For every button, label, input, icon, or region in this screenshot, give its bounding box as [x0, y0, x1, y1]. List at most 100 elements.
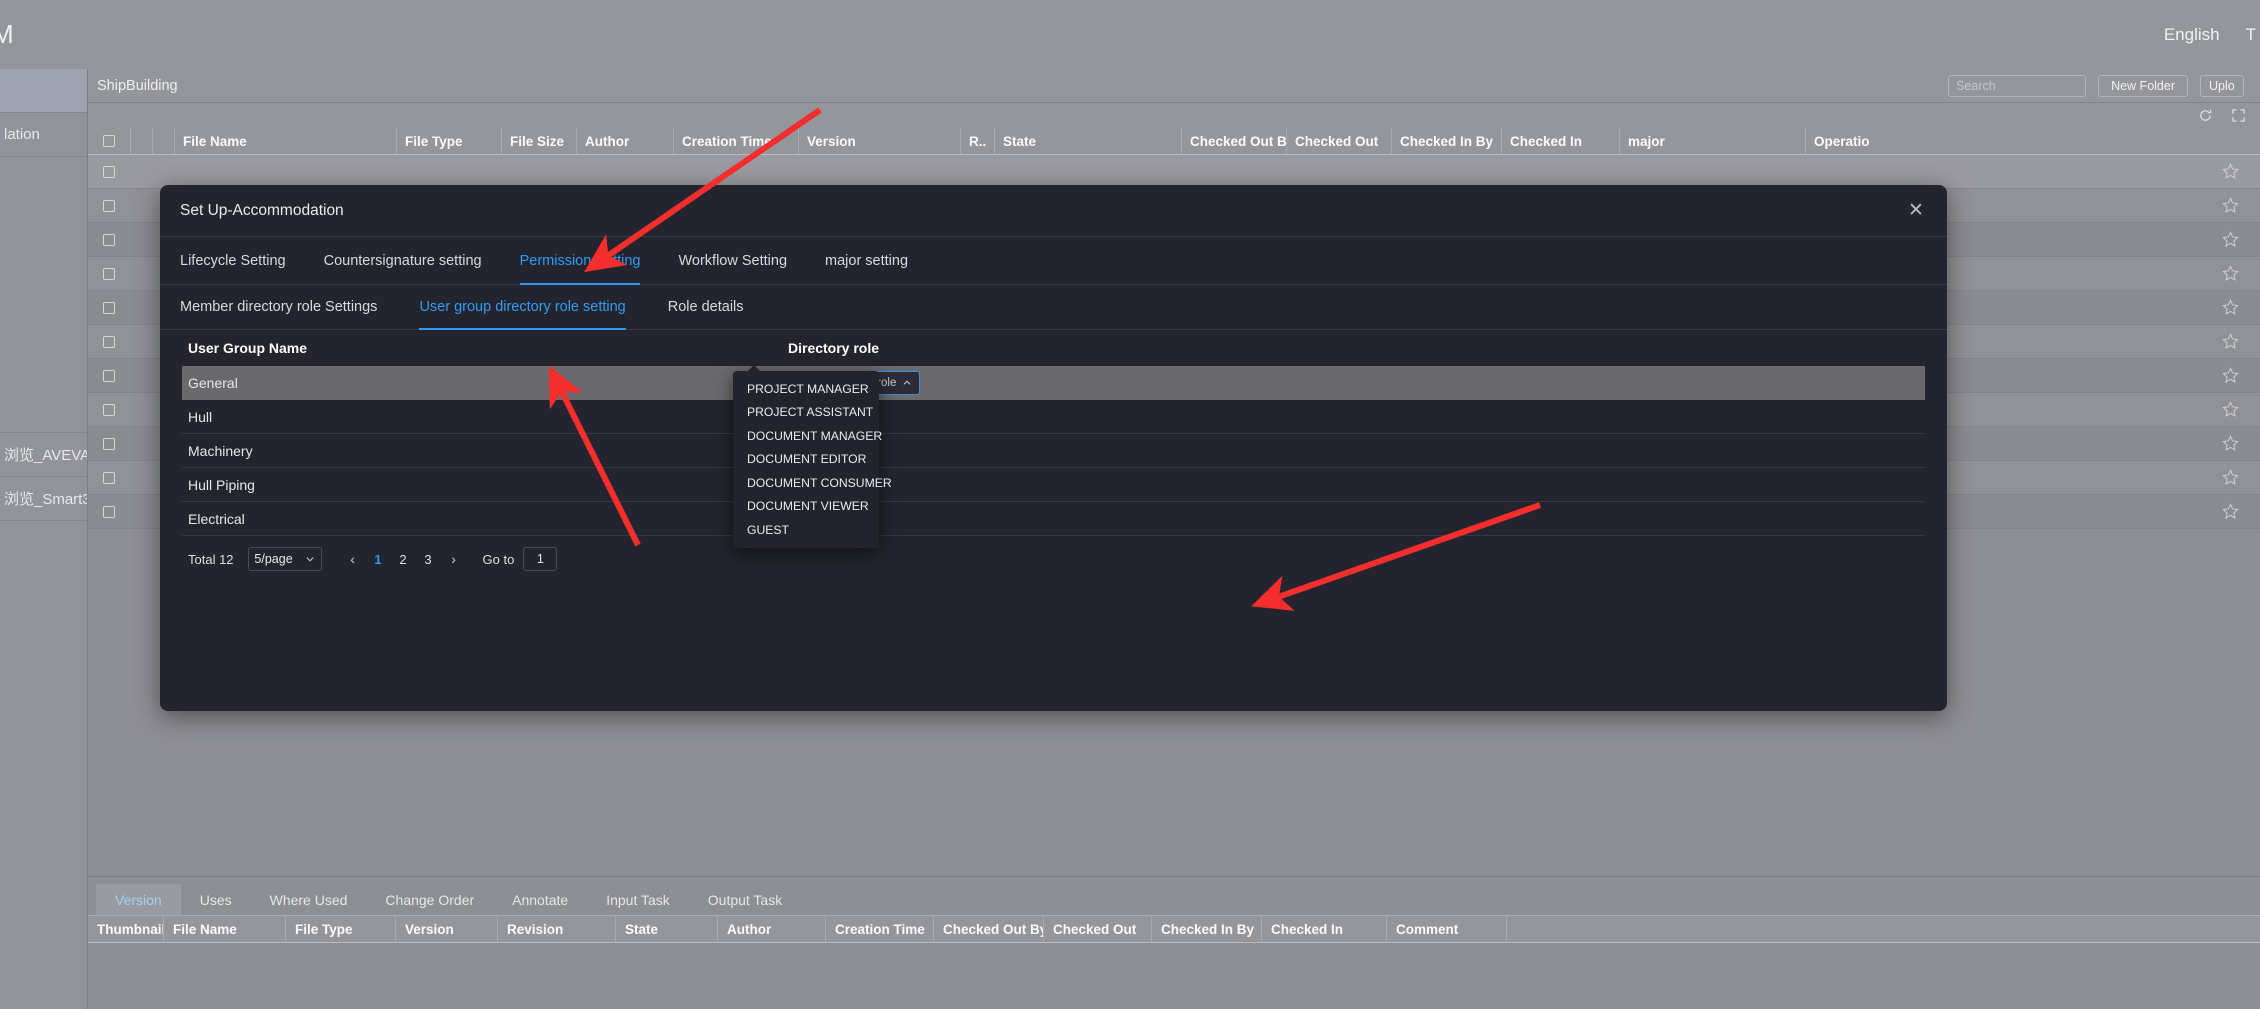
col-creation-time[interactable]: Creation Time: [673, 128, 798, 154]
star-icon[interactable]: [2221, 231, 2239, 248]
col-state[interactable]: State: [994, 128, 1181, 154]
dropdown-option-document-editor[interactable]: DOCUMENT EDITOR: [733, 448, 879, 472]
search-box[interactable]: [1948, 74, 2118, 97]
row-checkbox-cell[interactable]: [88, 199, 130, 212]
col-author[interactable]: Author: [576, 128, 673, 154]
language-selector[interactable]: English: [2164, 25, 2220, 45]
col-checked-out[interactable]: Checked Out: [1286, 128, 1391, 154]
tab-output-task[interactable]: Output Task: [689, 884, 801, 915]
bcol-checked-out[interactable]: Checked Out: [1043, 916, 1151, 942]
col-operation[interactable]: Operatio: [1805, 128, 2260, 154]
dropdown-option-document-viewer[interactable]: DOCUMENT VIEWER: [733, 495, 879, 519]
new-folder-button[interactable]: New Folder: [2098, 74, 2188, 97]
favorite-cell[interactable]: [2200, 299, 2260, 316]
favorite-cell[interactable]: [2200, 231, 2260, 248]
page-number-2[interactable]: 2: [391, 552, 416, 567]
row-checkbox-cell[interactable]: [88, 369, 130, 382]
favorite-cell[interactable]: [2200, 265, 2260, 282]
bcol-version[interactable]: Version: [395, 916, 497, 942]
bcol-author[interactable]: Author: [717, 916, 825, 942]
tab-major-setting[interactable]: major setting: [825, 237, 908, 284]
row-checkbox[interactable]: [103, 505, 115, 518]
row-checkbox-cell[interactable]: [88, 437, 130, 450]
bcol-checked-in[interactable]: Checked In: [1261, 916, 1386, 942]
select-all-checkbox[interactable]: [103, 135, 115, 147]
bcol-file-type[interactable]: File Type: [285, 916, 395, 942]
col-file-type[interactable]: File Type: [396, 128, 501, 154]
row-checkbox-cell[interactable]: [88, 505, 130, 518]
refresh-icon[interactable]: [2198, 108, 2213, 123]
dropdown-option-project-assistant[interactable]: PROJECT ASSISTANT: [733, 401, 879, 425]
dropdown-option-project-manager[interactable]: PROJECT MANAGER: [733, 377, 879, 401]
star-icon[interactable]: [2221, 163, 2239, 180]
col-file-size[interactable]: File Size: [501, 128, 576, 154]
dropdown-option-document-consumer[interactable]: DOCUMENT CONSUMER: [733, 471, 892, 495]
tab-where-used[interactable]: Where Used: [251, 884, 367, 915]
tab-workflow-setting[interactable]: Workflow Setting: [678, 237, 787, 284]
row-checkbox[interactable]: [103, 165, 115, 178]
row-checkbox[interactable]: [103, 335, 115, 348]
sidebar-item-1[interactable]: lation: [0, 113, 87, 157]
tab-lifecycle-setting[interactable]: Lifecycle Setting: [180, 237, 286, 284]
tab-member-directory-role-settings[interactable]: Member directory role Settings: [180, 285, 377, 329]
col-major[interactable]: major: [1619, 128, 1805, 154]
list-item[interactable]: Hull: [182, 400, 1925, 434]
row-checkbox[interactable]: [103, 199, 115, 212]
row-checkbox-cell[interactable]: [88, 233, 130, 246]
close-icon[interactable]: ✕: [1905, 200, 1927, 222]
favorite-cell[interactable]: [2200, 367, 2260, 384]
goto-page-input[interactable]: 1: [523, 547, 558, 571]
search-input[interactable]: [1956, 78, 2118, 93]
row-checkbox[interactable]: [103, 369, 115, 382]
user-menu[interactable]: T: [2246, 25, 2256, 45]
tab-user-group-directory-role-setting[interactable]: User group directory role setting: [419, 285, 627, 330]
tab-countersignature-setting[interactable]: Countersignature setting: [324, 237, 482, 284]
page-number-3[interactable]: 3: [416, 552, 441, 567]
bcol-revision[interactable]: Revision: [497, 916, 615, 942]
table-row[interactable]: [88, 155, 2260, 189]
row-checkbox-cell[interactable]: [88, 403, 130, 416]
favorite-cell[interactable]: [2200, 435, 2260, 452]
select-all-cell[interactable]: [88, 128, 130, 154]
favorite-cell[interactable]: [2200, 197, 2260, 214]
tab-version[interactable]: Version: [96, 884, 181, 915]
sidebar-item-aveva[interactable]: 浏览_AVEVA: [0, 433, 87, 477]
page-number-1[interactable]: 1: [366, 552, 391, 567]
sidebar-item-smart3d[interactable]: 浏览_Smart3D: [0, 477, 87, 521]
col-checked-in[interactable]: Checked In: [1501, 128, 1619, 154]
row-checkbox[interactable]: [103, 301, 115, 314]
row-checkbox-cell[interactable]: [88, 471, 130, 484]
tab-permission-setting[interactable]: Permission Setting: [519, 237, 640, 285]
tab-input-task[interactable]: Input Task: [587, 884, 689, 915]
tab-role-details[interactable]: Role details: [668, 285, 744, 329]
favorite-cell[interactable]: [2200, 333, 2260, 350]
page-size-select[interactable]: 5/page: [247, 547, 322, 571]
row-checkbox-cell[interactable]: [88, 301, 130, 314]
dropdown-option-document-manager[interactable]: DOCUMENT MANAGER: [733, 424, 882, 448]
star-icon[interactable]: [2221, 367, 2239, 384]
bcol-state[interactable]: State: [615, 916, 717, 942]
star-icon[interactable]: [2221, 333, 2239, 350]
favorite-cell[interactable]: [2200, 503, 2260, 520]
tab-uses[interactable]: Uses: [181, 884, 251, 915]
upload-button[interactable]: Uplo: [2200, 74, 2244, 97]
fullscreen-icon[interactable]: [2231, 108, 2246, 123]
dropdown-option-guest[interactable]: GUEST: [733, 518, 879, 542]
sidebar-item-0[interactable]: [0, 69, 87, 113]
bcol-thumbnail[interactable]: Thumbnail: [88, 916, 163, 942]
bcol-creation-time[interactable]: Creation Time: [825, 916, 933, 942]
row-checkbox-cell[interactable]: [88, 165, 130, 178]
tab-annotate[interactable]: Annotate: [493, 884, 587, 915]
star-icon[interactable]: [2221, 469, 2239, 486]
star-icon[interactable]: [2221, 503, 2239, 520]
row-checkbox[interactable]: [103, 437, 115, 450]
row-checkbox-cell[interactable]: [88, 267, 130, 280]
bcol-checked-out-by[interactable]: Checked Out By: [933, 916, 1043, 942]
bcol-comment[interactable]: Comment: [1386, 916, 1506, 942]
list-item[interactable]: Machinery: [182, 434, 1925, 468]
col-checked-out-by[interactable]: Checked Out By: [1181, 128, 1286, 154]
favorite-cell[interactable]: [2200, 469, 2260, 486]
star-icon[interactable]: [2221, 265, 2239, 282]
list-item[interactable]: Electrical: [182, 502, 1925, 536]
list-item[interactable]: Hull Piping: [182, 468, 1925, 502]
